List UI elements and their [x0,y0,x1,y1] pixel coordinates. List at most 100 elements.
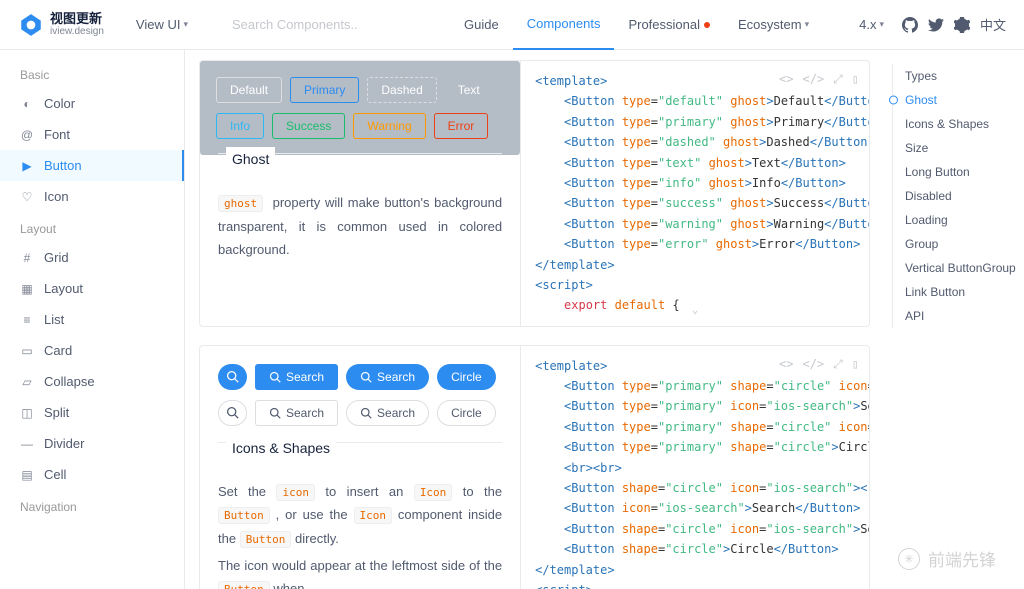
ghost-success-button[interactable]: Success [272,113,345,139]
sidebar-item-color[interactable]: ◐ Color [0,88,184,119]
collapse-icon: ▱ [20,375,34,389]
gear-icon[interactable] [954,17,970,33]
default-circle-icon-button[interactable] [218,400,247,426]
code-copy-icon[interactable]: </> [802,69,824,89]
anchor-group[interactable]: Group [892,232,1016,256]
cell-icon: ▤ [20,468,34,482]
anchor-long-button[interactable]: Long Button [892,160,1016,184]
default-circle-search-button[interactable]: Search [346,400,429,426]
anchor-types[interactable]: Types [892,64,1016,88]
anchor-ghost[interactable]: Ghost [892,88,1016,112]
primary-circle-button[interactable]: Circle [437,364,496,390]
sidebar-item-collapse[interactable]: ▱ Collapse [0,366,184,397]
ghost-warning-button[interactable]: Warning [353,113,425,139]
chevron-down-icon: ▾ [879,19,884,30]
sidebar-item-layout[interactable]: ▦Layout [0,273,184,304]
split-icon: ◫ [20,406,34,420]
anchor-vertical-buttongroup[interactable]: Vertical ButtonGroup [892,256,1016,280]
search-icon [360,371,372,383]
demo-card-icons: Search Search Circle Search Search Circl… [199,345,870,589]
nav-components[interactable]: Components [513,0,615,50]
font-icon: @ [20,128,34,142]
anchor-nav: TypesGhostIcons & ShapesSizeLong ButtonD… [884,50,1024,589]
ghost-text-button[interactable]: Text [445,77,493,103]
logo-icon [18,12,44,38]
sidebar-item-label: Collapse [44,374,95,389]
primary-search-button[interactable]: Search [255,364,338,390]
sidebar-group-basic: Basic [0,58,184,88]
default-circle-button[interactable]: Circle [437,400,496,426]
chevron-down-icon: ▾ [805,19,810,30]
sidebar: Basic◐Color@Font▶Button♡IconLayout#Grid▦… [0,50,185,589]
primary-circle-icon-button[interactable] [218,364,247,390]
icons-title: Icons & Shapes [226,436,336,461]
primary-circle-search-button[interactable]: Search [346,364,429,390]
code-copy-icon[interactable]: </> [802,354,824,374]
code-expand-icon[interactable]: ⤢ [833,69,843,89]
sidebar-item-label: Divider [44,436,84,451]
anchor-disabled[interactable]: Disabled [892,184,1016,208]
ghost-default-button[interactable]: Default [216,77,282,103]
sidebar-item-card[interactable]: ▭Card [0,335,184,366]
divider-icon: — [20,437,34,451]
sidebar-item-label: Grid [44,250,69,265]
brand-logo[interactable]: 视图更新 iview.design [18,12,104,38]
ghost-demo-area: Default Primary Dashed Text Info Success… [200,61,520,155]
anchor-link-button[interactable]: Link Button [892,280,1016,304]
version-dropdown[interactable]: 4.x▾ [851,0,892,50]
default-search-button[interactable]: Search [255,400,338,426]
ghost-code: <> </> ⤢ ▯ <template> <Button type="defa… [521,61,869,326]
sidebar-item-grid[interactable]: #Grid [0,242,184,273]
button-icon: ▶ [20,159,34,173]
search-input[interactable] [232,17,392,32]
code-expand-icon[interactable]: ⤢ [833,354,843,374]
nav-viewui-dropdown[interactable]: View UI▾ [122,0,202,50]
sidebar-item-label: Split [44,405,69,420]
ghost-dashed-button[interactable]: Dashed [367,77,436,103]
code-codesandbox-icon[interactable]: ▯ [852,354,859,374]
color-icon: ◐ [20,97,34,111]
sidebar-item-label: List [44,312,64,327]
anchor-icons-shapes[interactable]: Icons & Shapes [892,112,1016,136]
nav-guide[interactable]: Guide [450,0,513,50]
brand-cn: 视图更新 [50,12,104,26]
sidebar-item-label: Button [44,158,82,173]
anchor-size[interactable]: Size [892,136,1016,160]
sidebar-item-divider[interactable]: — Divider [0,428,184,459]
ghost-error-button[interactable]: Error [434,113,489,139]
chevron-down-icon: ▾ [183,19,188,30]
sidebar-item-icon[interactable]: ♡Icon [0,181,184,212]
brand-en: iview.design [50,26,104,37]
lang-switch[interactable]: 中文 [980,15,1006,34]
sidebar-item-label: Color [44,96,75,111]
ghost-description: ghost property will make button's backgr… [218,191,502,261]
sidebar-item-list[interactable]: ≡ List [0,304,184,335]
nav-ecosystem[interactable]: Ecosystem▾ [724,0,823,50]
search-icon [226,370,239,383]
icons-code: <> </> ⤢ ▯ <template> <Button type="prim… [521,346,869,589]
search-icon [360,407,372,419]
nav-professional[interactable]: Professional [614,0,724,50]
sidebar-item-font[interactable]: @Font [0,119,184,150]
ghost-info-button[interactable]: Info [216,113,264,139]
ghost-title: Ghost [226,147,275,172]
card-icon: ▭ [20,344,34,358]
anchor-loading[interactable]: Loading [892,208,1016,232]
github-icon[interactable] [902,17,918,33]
sidebar-item-split[interactable]: ◫ Split [0,397,184,428]
twitter-icon[interactable] [928,17,944,33]
top-nav: 视图更新 iview.design View UI▾ GuideComponen… [0,0,1024,50]
ghost-primary-button[interactable]: Primary [290,77,359,103]
search-icon [269,371,281,383]
anchor-api[interactable]: API [892,304,1016,328]
nav-search[interactable] [232,17,392,32]
code-codesandbox-icon[interactable]: ▯ [852,69,859,89]
sidebar-item-cell[interactable]: ▤ Cell [0,459,184,490]
sidebar-item-label: Cell [44,467,66,482]
code-toggle-icon[interactable]: <> [779,69,793,89]
list-icon: ≡ [20,313,34,327]
expand-code-icon[interactable]: ⌄ [692,301,699,320]
sidebar-item-label: Icon [44,189,69,204]
code-toggle-icon[interactable]: <> [779,354,793,374]
sidebar-item-button[interactable]: ▶ Button [0,150,184,181]
